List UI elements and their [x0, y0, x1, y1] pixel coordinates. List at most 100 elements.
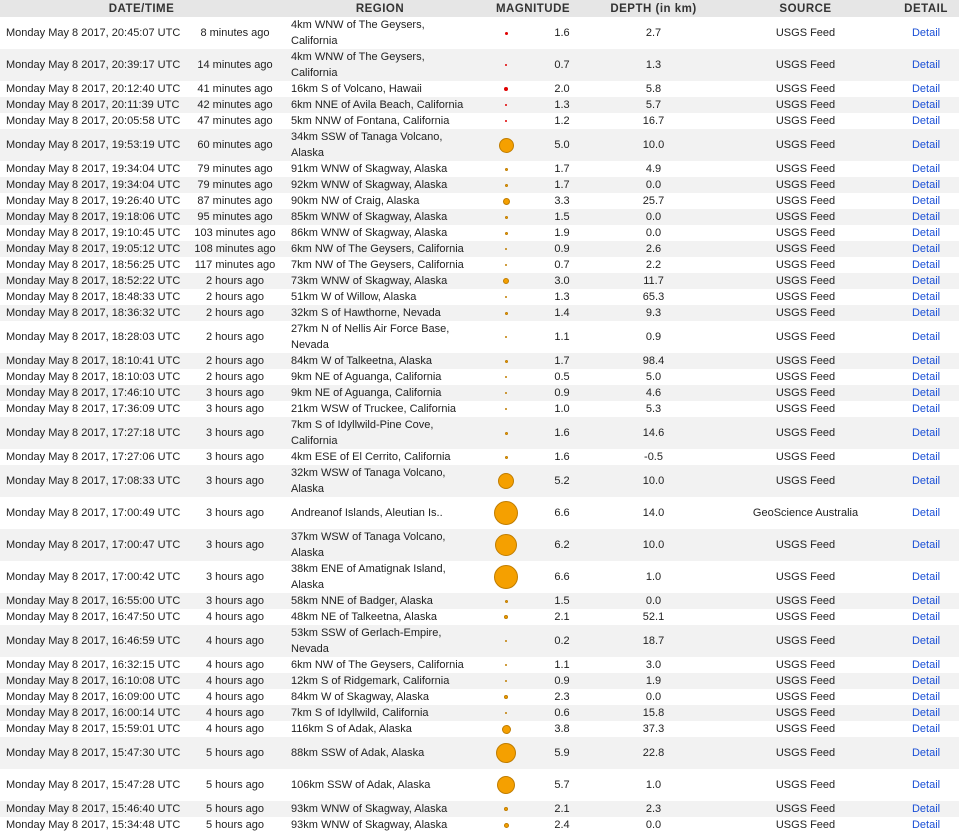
- detail-link[interactable]: Detail: [912, 211, 940, 223]
- magnitude-marker-cell: [477, 769, 535, 801]
- event-source: USGS Feed: [718, 209, 894, 225]
- detail-link[interactable]: Detail: [912, 139, 940, 151]
- table-row: Monday May 8 2017, 18:10:03 UTC 2 hours a…: [0, 369, 959, 385]
- detail-link[interactable]: Detail: [912, 611, 940, 623]
- event-depth: 0.0: [589, 209, 719, 225]
- detail-cell: Detail: [893, 417, 959, 449]
- table-row: Monday May 8 2017, 15:59:01 UTC 4 hours a…: [0, 721, 959, 737]
- detail-link[interactable]: Detail: [912, 475, 940, 487]
- detail-link[interactable]: Detail: [912, 507, 940, 519]
- detail-link[interactable]: Detail: [912, 803, 940, 815]
- detail-link[interactable]: Detail: [912, 83, 940, 95]
- detail-cell: Detail: [893, 401, 959, 417]
- detail-link[interactable]: Detail: [912, 291, 940, 303]
- detail-link[interactable]: Detail: [912, 371, 940, 383]
- detail-link[interactable]: Detail: [912, 707, 940, 719]
- event-datetime: Monday May 8 2017, 16:32:15 UTC: [0, 657, 187, 673]
- magnitude-circle-icon: [502, 197, 510, 205]
- event-region: 92km WNW of Skagway, Alaska: [283, 177, 477, 193]
- event-depth: 4.6: [589, 385, 719, 401]
- detail-link[interactable]: Detail: [912, 243, 940, 255]
- detail-link[interactable]: Detail: [912, 331, 940, 343]
- table-row: Monday May 8 2017, 17:00:42 UTC 3 hours a…: [0, 561, 959, 593]
- detail-link[interactable]: Detail: [912, 275, 940, 287]
- magnitude-marker-cell: [477, 209, 535, 225]
- detail-link[interactable]: Detail: [912, 675, 940, 687]
- detail-link[interactable]: Detail: [912, 659, 940, 671]
- detail-cell: Detail: [893, 353, 959, 369]
- magnitude-marker-cell: [477, 737, 535, 769]
- magnitude-circle-icon: [504, 455, 508, 459]
- event-time-ago: 42 minutes ago: [187, 97, 283, 113]
- detail-link[interactable]: Detail: [912, 691, 940, 703]
- event-time-ago: 79 minutes ago: [187, 161, 283, 177]
- detail-link[interactable]: Detail: [912, 387, 940, 399]
- event-depth: 1.3: [589, 49, 719, 81]
- event-depth: 2.6: [589, 241, 719, 257]
- table-row: Monday May 8 2017, 18:10:41 UTC 2 hours a…: [0, 353, 959, 369]
- header-source[interactable]: SOURCE: [718, 0, 894, 17]
- event-time-ago: 108 minutes ago: [187, 241, 283, 257]
- detail-link[interactable]: Detail: [912, 403, 940, 415]
- detail-link[interactable]: Detail: [912, 819, 940, 831]
- magnitude-marker-cell: [477, 241, 535, 257]
- detail-link[interactable]: Detail: [912, 227, 940, 239]
- detail-link[interactable]: Detail: [912, 163, 940, 175]
- detail-link[interactable]: Detail: [912, 179, 940, 191]
- table-row: Monday May 8 2017, 17:46:10 UTC 3 hours a…: [0, 385, 959, 401]
- detail-link[interactable]: Detail: [912, 571, 940, 583]
- event-depth: 14.0: [589, 497, 719, 529]
- event-source: USGS Feed: [718, 529, 894, 561]
- detail-link[interactable]: Detail: [912, 779, 940, 791]
- header-magnitude[interactable]: MAGNITUDE: [477, 0, 590, 17]
- magnitude-circle-icon: [504, 695, 508, 700]
- detail-link[interactable]: Detail: [912, 99, 940, 111]
- magnitude-marker-cell: [477, 561, 535, 593]
- table-row: Monday May 8 2017, 19:53:19 UTC 60 minute…: [0, 129, 959, 161]
- event-time-ago: 4 hours ago: [187, 609, 283, 625]
- event-source: USGS Feed: [718, 81, 894, 97]
- detail-link[interactable]: Detail: [912, 427, 940, 439]
- table-row: Monday May 8 2017, 18:28:03 UTC 2 hours a…: [0, 321, 959, 353]
- event-time-ago: 4 hours ago: [187, 625, 283, 657]
- magnitude-marker-cell: [477, 97, 535, 113]
- detail-link[interactable]: Detail: [912, 259, 940, 271]
- magnitude-marker-cell: [477, 401, 535, 417]
- header-depth[interactable]: DEPTH (in km): [589, 0, 719, 17]
- detail-link[interactable]: Detail: [912, 195, 940, 207]
- event-source: USGS Feed: [718, 225, 894, 241]
- event-magnitude: 2.3: [535, 689, 590, 705]
- detail-link[interactable]: Detail: [912, 27, 940, 39]
- detail-link[interactable]: Detail: [912, 635, 940, 647]
- header-detail[interactable]: DETAIL: [893, 0, 959, 17]
- magnitude-circle-icon: [505, 120, 507, 123]
- header-datetime[interactable]: DATE/TIME: [0, 0, 283, 17]
- event-magnitude: 3.3: [535, 193, 590, 209]
- event-magnitude: 0.9: [535, 241, 590, 257]
- event-magnitude: 1.3: [535, 97, 590, 113]
- event-region: 93km WNW of Skagway, Alaska: [283, 817, 477, 833]
- detail-cell: Detail: [893, 769, 959, 801]
- magnitude-circle-icon: [498, 473, 514, 490]
- event-time-ago: 2 hours ago: [187, 305, 283, 321]
- detail-link[interactable]: Detail: [912, 355, 940, 367]
- detail-link[interactable]: Detail: [912, 595, 940, 607]
- detail-link[interactable]: Detail: [912, 539, 940, 551]
- detail-link[interactable]: Detail: [912, 451, 940, 463]
- detail-link[interactable]: Detail: [912, 307, 940, 319]
- magnitude-circle-icon: [504, 599, 508, 603]
- header-region[interactable]: REGION: [283, 0, 477, 17]
- event-source: USGS Feed: [718, 353, 894, 369]
- detail-link[interactable]: Detail: [912, 115, 940, 127]
- magnitude-circle-icon: [504, 231, 508, 235]
- magnitude-circle-icon: [505, 712, 507, 715]
- detail-link[interactable]: Detail: [912, 59, 940, 71]
- magnitude-marker-cell: [477, 49, 535, 81]
- detail-link[interactable]: Detail: [912, 747, 940, 759]
- event-region: 93km WNW of Skagway, Alaska: [283, 801, 477, 817]
- detail-cell: Detail: [893, 561, 959, 593]
- event-source: USGS Feed: [718, 369, 894, 385]
- detail-link[interactable]: Detail: [912, 723, 940, 735]
- event-region: 7km S of Idyllwild-Pine Cove, California: [283, 417, 477, 449]
- event-source: USGS Feed: [718, 689, 894, 705]
